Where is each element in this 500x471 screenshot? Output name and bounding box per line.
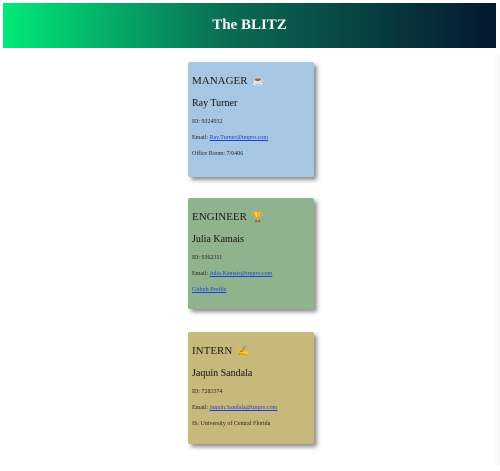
github-profile-link[interactable]: Github Profile	[192, 287, 227, 293]
writing-hand-icon: ✍	[237, 346, 250, 357]
role-label: ENGINEER	[192, 211, 247, 223]
school-name: IS: University of Central Florida	[192, 421, 271, 427]
email-link[interactable]: Jaquin.Sandala@tmpro.com	[210, 405, 278, 411]
intern-card: INTERN ✍ Jaquin Sandala ID: 7283374 Emai…	[188, 332, 314, 444]
email-label: Email:	[192, 405, 208, 411]
role-label: MANAGER	[192, 75, 248, 87]
email-row: Email: Ray.Turner@tmpro.com	[192, 134, 310, 142]
email-label: Email:	[192, 271, 208, 277]
trophy-icon: 🏆	[251, 212, 265, 223]
employee-id: ID: 9362311	[192, 255, 223, 261]
employee-name: Julia Kamais	[192, 234, 244, 245]
team-page: The BLITZ MANAGER ☕ Ray Turner ID: 93249…	[0, 0, 500, 471]
role-heading: INTERN ✍	[192, 345, 310, 358]
email-link[interactable]: Julia.Kamais@tmpro.com	[210, 271, 273, 277]
employee-name: Jaquin Sandala	[192, 368, 253, 379]
github-row: Github Profile	[192, 286, 310, 294]
email-link[interactable]: Ray.Turner@tmpro.com	[210, 135, 269, 141]
employee-name: Ray Turner	[192, 98, 238, 109]
email-label: Email:	[192, 135, 208, 141]
page-title: The BLITZ	[212, 17, 287, 33]
role-heading: ENGINEER 🏆	[192, 211, 310, 224]
manager-card: MANAGER ☕ Ray Turner ID: 9324932 Email: …	[188, 62, 314, 177]
coffee-icon: ☕	[252, 76, 265, 87]
scroll-edge	[494, 55, 500, 465]
role-heading: MANAGER ☕	[192, 75, 310, 88]
engineer-card: ENGINEER 🏆 Julia Kamais ID: 9362311 Emai…	[188, 198, 314, 309]
email-row: Email: Julia.Kamais@tmpro.com	[192, 270, 310, 278]
employee-id: ID: 9324932	[192, 119, 223, 125]
page-header: The BLITZ	[3, 3, 496, 48]
email-row: Email: Jaquin.Sandala@tmpro.com	[192, 404, 310, 412]
employee-id: ID: 7283374	[192, 389, 223, 395]
office-number: Office Room: 7/0406	[192, 151, 244, 157]
role-label: INTERN	[192, 345, 233, 357]
